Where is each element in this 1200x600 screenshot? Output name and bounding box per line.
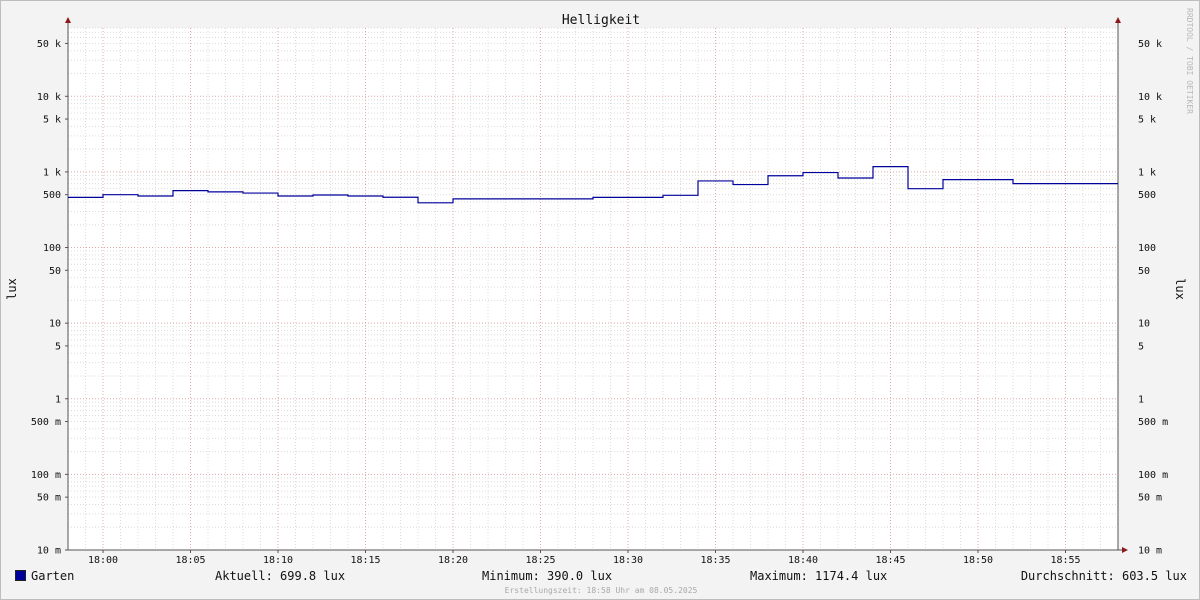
chart-title: Helligkeit: [562, 13, 640, 28]
y-tick-label-right: 500: [1138, 190, 1156, 201]
y-tick-label-left: 10 k: [37, 92, 61, 103]
y-tick-label-left: 500: [43, 190, 61, 201]
y-axis-label-left: lux: [5, 278, 19, 300]
legend-series-label: Garten: [31, 569, 75, 583]
y-axis-label-right: lux: [1173, 278, 1187, 300]
left-axis-arrow: [65, 17, 71, 23]
x-tick-label: 18:25: [525, 555, 555, 566]
x-tick-label: 18:05: [175, 555, 205, 566]
y-tick-label-left: 1: [55, 394, 61, 405]
y-tick-label-left: 50: [49, 266, 61, 277]
brightness-chart: 50 k 50 k 10 k 10 k 5 k 5 k 1 k 1 k 500 500 100 100…: [5, 8, 1194, 595]
legend-swatch-garten: [15, 570, 26, 581]
y-tick-label-right: 5 k: [1138, 115, 1156, 126]
y-tick-label-left: 50 k: [37, 39, 61, 50]
x-tick-label: 18:20: [438, 555, 468, 566]
x-tick-label: 18:00: [88, 555, 118, 566]
y-tick-label-right: 10: [1138, 319, 1150, 330]
y-tick-label-right: 100: [1138, 243, 1156, 254]
x-tick-label: 18:50: [963, 555, 993, 566]
legend-maximum: Maximum: 1174.4 lux: [750, 569, 888, 583]
y-tick-label-right: 50 m: [1138, 493, 1162, 504]
y-tick-label-left: 50 m: [37, 493, 61, 504]
x-tick-label: 18:55: [1050, 555, 1080, 566]
y-tick-label-right: 1: [1138, 394, 1144, 405]
y-tick-label-left: 10: [49, 319, 61, 330]
x-tick-label: 18:35: [700, 555, 730, 566]
y-tick-label-left: 1 k: [43, 167, 61, 178]
right-axis-arrow: [1115, 17, 1121, 23]
legend-aktuell: Aktuell: 699.8 lux: [215, 569, 346, 583]
legend-durchschnitt: Durchschnitt: 603.5 lux: [1020, 569, 1187, 583]
x-tick-label: 18:30: [613, 555, 643, 566]
x-tick-label: 18:10: [263, 555, 293, 566]
rrdtool-watermark: RRDTOOL / TOBI OETIKER: [1185, 8, 1194, 114]
x-tick-labels: 18:00 18:05 18:10 18:15 18:20 18:25 18:30 18:35…: [88, 555, 1081, 566]
legend-minimum: Minimum: 390.0 lux: [482, 569, 613, 583]
y-tick-label-left: 500 m: [31, 417, 61, 428]
x-tick-label: 18:45: [875, 555, 905, 566]
y-tick-label-right: 100 m: [1138, 470, 1168, 481]
y-tick-label-right: 10 k: [1138, 92, 1162, 103]
y-tick-label-left: 10 m: [37, 546, 61, 557]
creation-time-footer: Erstellungszeit: 18:58 Uhr am 08.05.2025: [505, 586, 698, 595]
x-tick-label: 18:40: [788, 555, 818, 566]
y-tick-label-right: 50 k: [1138, 39, 1162, 50]
y-tick-label-right: 5: [1138, 341, 1144, 352]
x-axis-arrow: [1122, 547, 1128, 553]
chart-frame: 50 k 50 k 10 k 10 k 5 k 5 k 1 k 1 k 500 500 100 100…: [0, 0, 1200, 600]
y-tick-label-left: 5 k: [43, 115, 61, 126]
y-tick-label-left: 100: [43, 243, 61, 254]
x-tick-label: 18:15: [350, 555, 380, 566]
y-tick-label-left: 5: [55, 341, 61, 352]
legend: Garten Aktuell: 699.8 lux Minimum: 390.0…: [15, 569, 1187, 585]
y-tick-label-left: 100 m: [31, 470, 61, 481]
y-tick-label-right: 500 m: [1138, 417, 1168, 428]
y-tick-label-right: 50: [1138, 266, 1150, 277]
y-tick-label-right: 10 m: [1138, 546, 1162, 557]
y-tick-label-right: 1 k: [1138, 167, 1156, 178]
